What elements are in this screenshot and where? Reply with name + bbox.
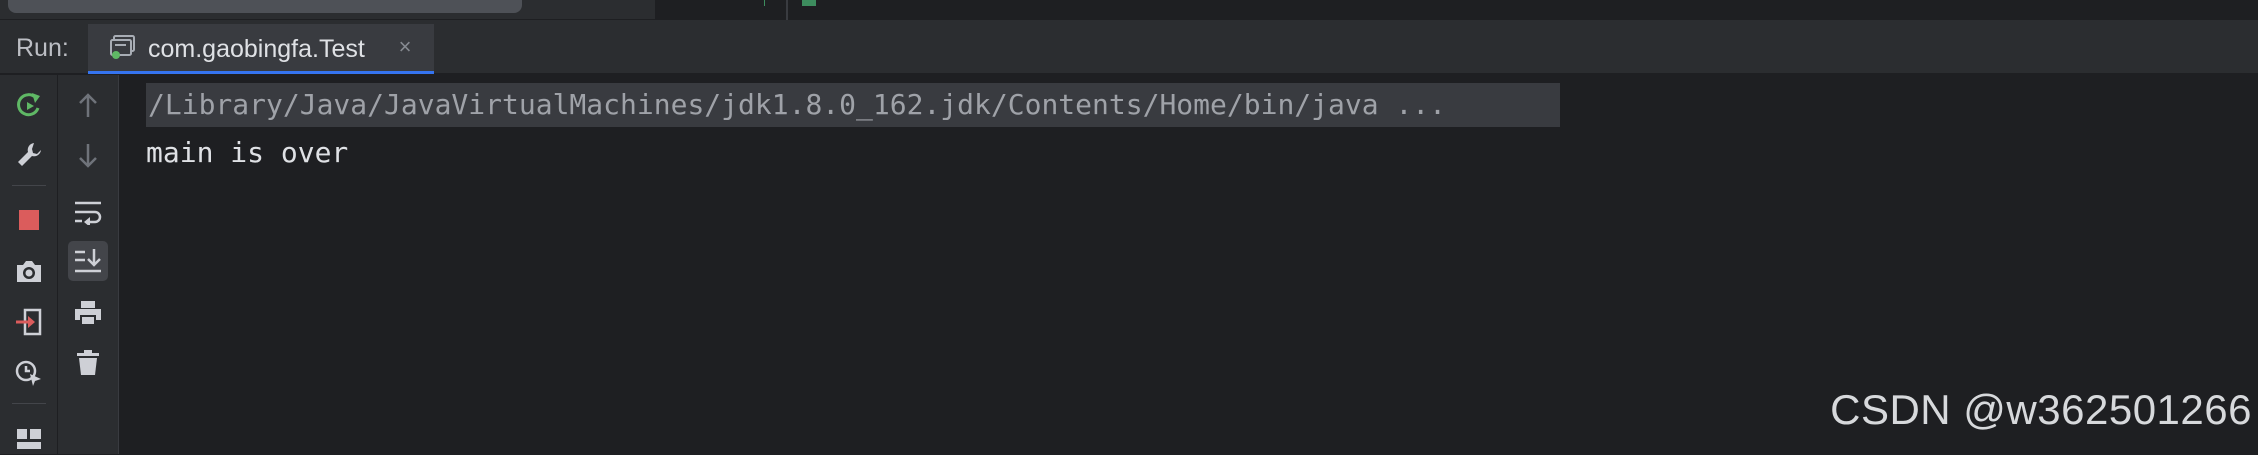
print-icon[interactable]: [68, 293, 108, 333]
settings-wrench-icon[interactable]: [9, 135, 49, 175]
tab-run-configuration[interactable]: com.gaobingfa.Test ×: [88, 24, 434, 74]
editor-divider: [786, 0, 788, 20]
horizontal-scrollbar[interactable]: [8, 0, 522, 13]
gutter-marker: [764, 0, 765, 6]
camera-icon[interactable]: [9, 251, 49, 291]
soft-wrap-icon[interactable]: [68, 192, 108, 232]
run-tool-window-header: Run: com.gaobingfa.Test ×: [0, 20, 2258, 74]
console-icon: [110, 35, 136, 59]
scroll-to-end-icon[interactable]: [68, 241, 108, 281]
trash-icon[interactable]: [68, 343, 108, 383]
run-panel-title: Run:: [16, 34, 69, 62]
tab-label: com.gaobingfa.Test: [148, 35, 365, 63]
toolbar-divider: [12, 185, 46, 186]
command-line[interactable]: /Library/Java/JavaVirtualMachines/jdk1.8…: [146, 83, 1560, 127]
rerun-icon[interactable]: [9, 85, 49, 125]
editor-top-strip: [0, 0, 2258, 20]
watermark: CSDN @w362501266: [1830, 386, 2252, 433]
down-arrow-icon[interactable]: [68, 136, 108, 176]
coverage-icon[interactable]: [9, 353, 49, 393]
toolbar-divider: [12, 403, 46, 404]
up-arrow-icon[interactable]: [68, 85, 108, 125]
change-marker: [802, 0, 816, 6]
stop-icon[interactable]: [9, 200, 49, 240]
exit-icon[interactable]: [9, 302, 49, 342]
close-icon[interactable]: ×: [394, 36, 416, 58]
editor-area-edge: [655, 0, 2258, 20]
run-actions-toolbar: [0, 75, 58, 454]
output-line: main is over: [146, 136, 349, 169]
console-actions-toolbar: [58, 75, 119, 454]
layout-icon[interactable]: [9, 415, 49, 455]
